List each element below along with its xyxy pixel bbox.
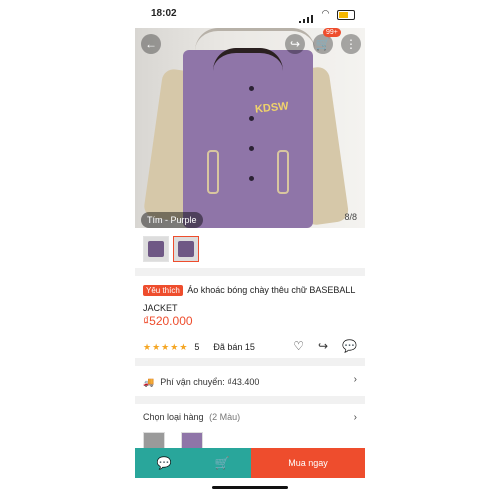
buy-now-button[interactable]: Mua ngay bbox=[251, 448, 365, 478]
product-actions: ♡ ↪ 💬 bbox=[293, 339, 357, 353]
rating-value: 5 bbox=[194, 342, 200, 352]
shipping-fee: Phí vận chuyển: ₫43.400 bbox=[160, 377, 260, 387]
add-to-cart-button[interactable]: 🛒 bbox=[193, 448, 251, 478]
product-image[interactable]: KDSW bbox=[135, 28, 365, 228]
add-to-cart-icon: 🛒 bbox=[214, 456, 230, 470]
star-icon: ★ bbox=[143, 341, 152, 352]
status-bar: 18:02 ◜◝ bbox=[135, 0, 365, 28]
chevron-right-icon: › bbox=[353, 412, 357, 423]
variant-selector-row[interactable]: Chọn loại hàng (2 Màu) › bbox=[143, 412, 357, 426]
wifi-icon: ◜◝ bbox=[322, 8, 329, 18]
share-icon[interactable]: ↪ bbox=[318, 339, 328, 353]
signal-icon bbox=[299, 10, 313, 23]
cart-badge: 99+ bbox=[323, 28, 341, 37]
heart-icon[interactable]: ♡ bbox=[293, 339, 304, 353]
bottom-action-bar: 💬 🛒 Mua ngay bbox=[135, 448, 365, 478]
cart-icon: 🛒 bbox=[315, 37, 331, 51]
star-icon: ★ bbox=[161, 341, 170, 352]
share-button[interactable]: ↪ bbox=[285, 34, 305, 54]
rating-row: ★★★★★ 5 Đã bán 15 ♡ ↪ 💬 bbox=[143, 339, 357, 355]
image-variant-label: Tím - Purple bbox=[141, 212, 203, 228]
thumbnail-image bbox=[148, 241, 164, 257]
cart-button[interactable]: 🛒 99+ bbox=[313, 28, 341, 54]
section-divider bbox=[135, 358, 365, 366]
truck-icon: 🚚 bbox=[143, 376, 155, 387]
back-arrow-icon: ← bbox=[145, 37, 157, 51]
more-button[interactable]: ⋮ bbox=[341, 34, 361, 54]
star-icon: ★ bbox=[152, 341, 161, 352]
product-price: ₫520.000 bbox=[143, 314, 193, 328]
share-icon: ↪ bbox=[289, 37, 301, 51]
star-icon: ★ bbox=[170, 341, 179, 352]
jacket-body bbox=[183, 50, 313, 228]
jacket-collar bbox=[213, 48, 283, 71]
phone-screen: 18:02 ◜◝ KDSW ← ↪ 🛒 99+ ⋮ Tím - Purple 8… bbox=[135, 0, 365, 498]
chevron-right-icon: › bbox=[353, 374, 357, 385]
thumbnail-image bbox=[178, 241, 194, 257]
thumbnail-selected[interactable] bbox=[173, 236, 199, 262]
more-icon: ⋮ bbox=[345, 37, 357, 51]
star-icon: ★ bbox=[179, 341, 188, 352]
image-page-indicator: 8/8 bbox=[344, 212, 357, 222]
jacket-pocket bbox=[277, 150, 289, 194]
image-thumbnails bbox=[135, 232, 365, 266]
status-time: 18:02 bbox=[151, 8, 177, 19]
jacket-button bbox=[249, 116, 254, 121]
battery-icon bbox=[337, 10, 355, 20]
sold-count: Đã bán 15 bbox=[213, 342, 255, 352]
chat-button[interactable]: 💬 bbox=[135, 448, 193, 478]
jacket-button bbox=[249, 146, 254, 151]
section-divider bbox=[135, 268, 365, 276]
section-divider bbox=[135, 396, 365, 404]
back-button[interactable]: ← bbox=[141, 34, 161, 54]
chat-icon: 💬 bbox=[156, 456, 172, 470]
jacket-button bbox=[249, 176, 254, 181]
jacket-pocket bbox=[207, 150, 219, 194]
rating-stars: ★★★★★ bbox=[143, 342, 188, 353]
jacket-button bbox=[249, 86, 254, 91]
home-indicator bbox=[212, 486, 288, 489]
variant-selector-label: Chọn loại hàng bbox=[143, 412, 204, 422]
favorite-tag: Yêu thích bbox=[143, 285, 183, 296]
product-title-block: Yêu thích Áo khoác bóng chày thêu chữ BA… bbox=[143, 280, 357, 316]
chat-icon[interactable]: 💬 bbox=[342, 339, 357, 353]
variant-count: (2 Màu) bbox=[209, 412, 241, 422]
thumbnail[interactable] bbox=[143, 236, 169, 262]
shipping-row[interactable]: 🚚 Phí vận chuyển: ₫43.400 › bbox=[143, 374, 357, 390]
